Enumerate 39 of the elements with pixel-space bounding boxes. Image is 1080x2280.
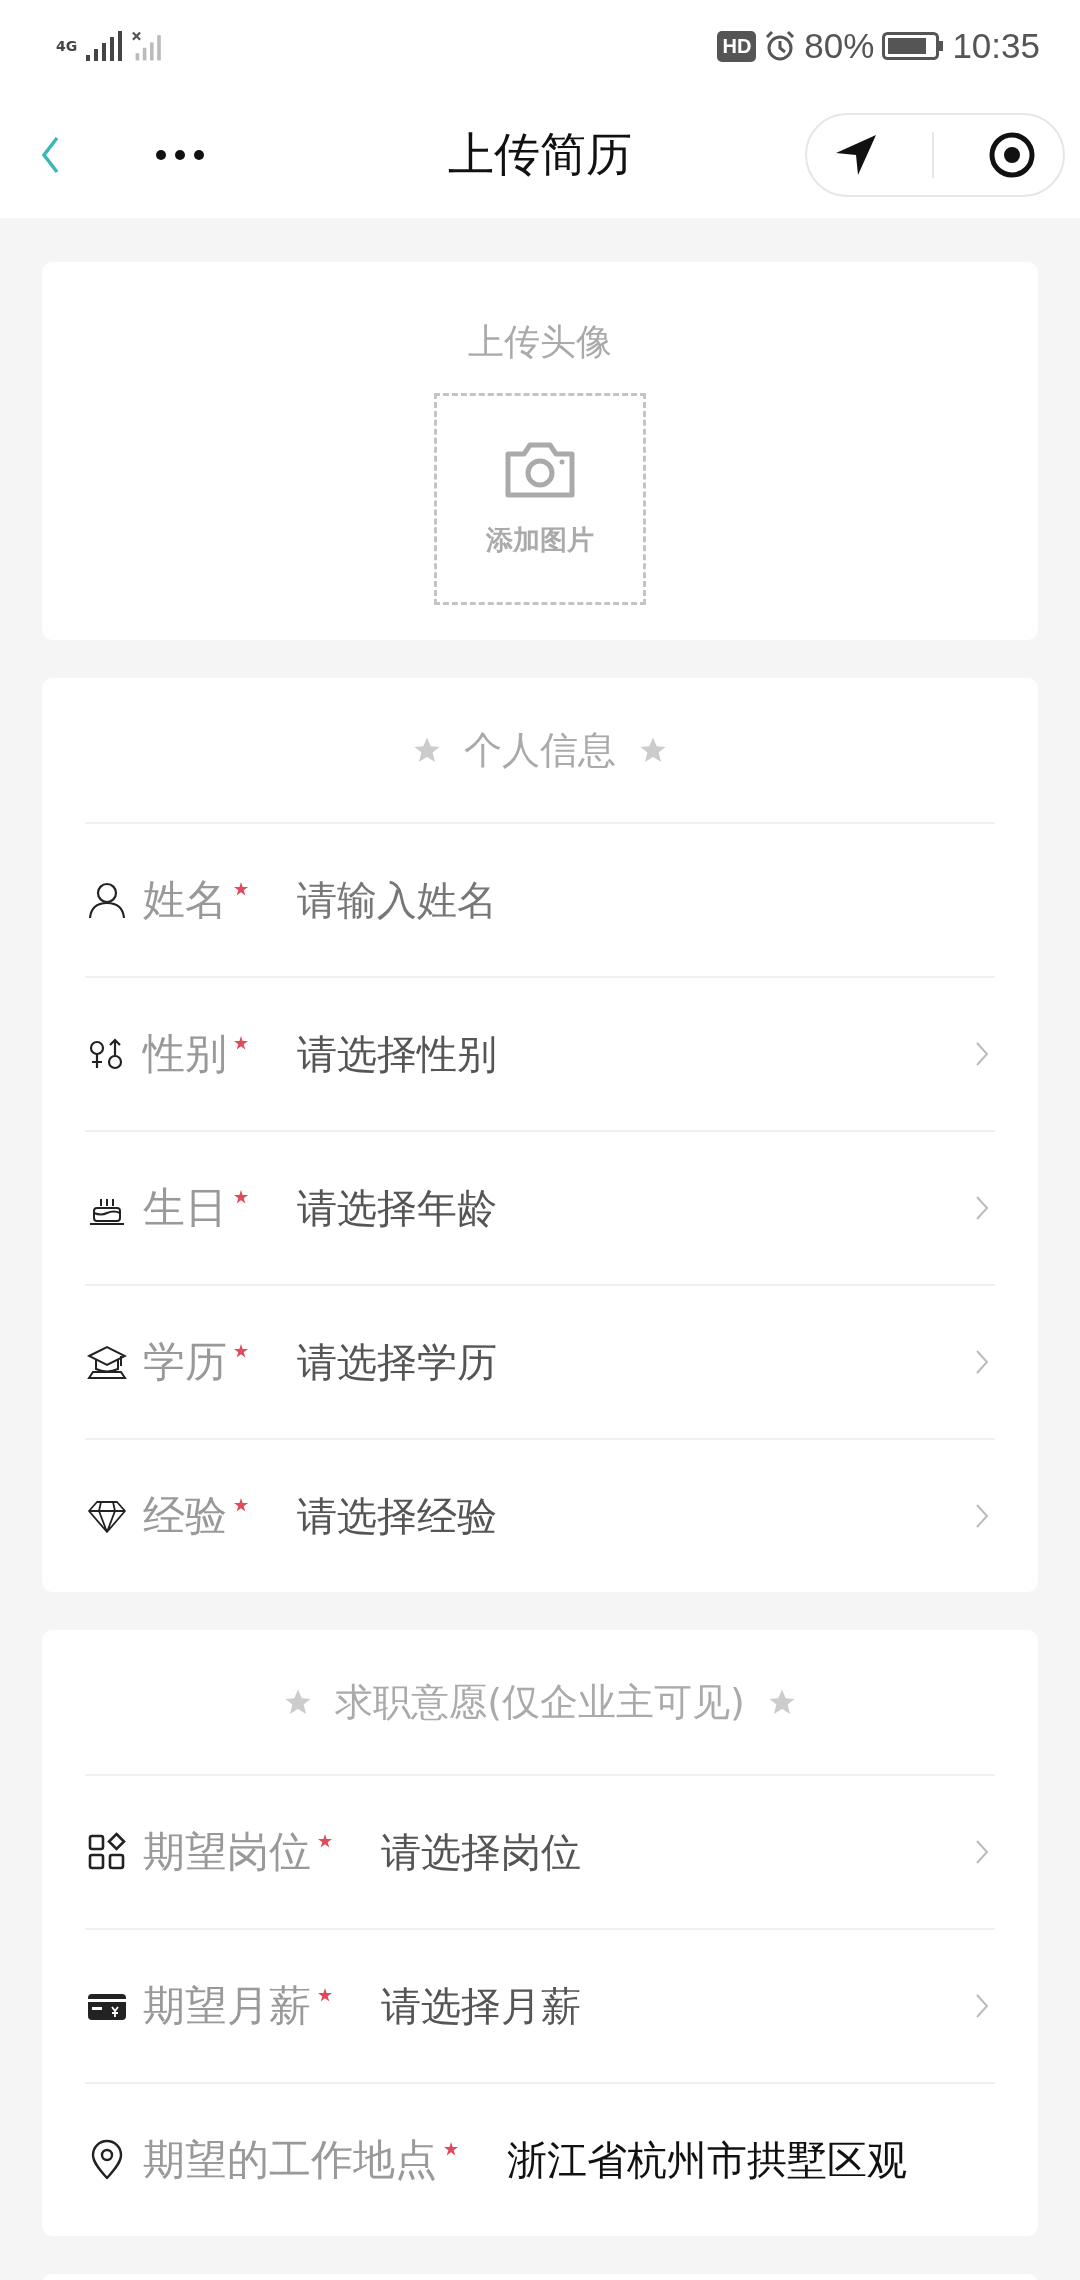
chevron-right-icon xyxy=(975,1349,989,1375)
section-title: 个人信息 xyxy=(464,726,616,774)
select-field[interactable]: 请选择月薪 xyxy=(381,1978,995,2034)
alarm-icon xyxy=(764,30,797,62)
clock-time: 10:35 xyxy=(952,26,1040,66)
field-label: 期望月薪 xyxy=(143,1980,311,2032)
chevron-right-icon xyxy=(975,1503,989,1529)
apps-icon xyxy=(87,1832,127,1872)
select-field[interactable]: 请选择年龄 xyxy=(297,1180,995,1236)
field-label: 生日 xyxy=(143,1182,227,1234)
field-label: 性别 xyxy=(143,1028,227,1080)
select-field[interactable]: 请选择性别 xyxy=(297,1026,995,1082)
field-label: 姓名 xyxy=(143,874,227,926)
select-field[interactable]: 请选择经验 xyxy=(297,1488,995,1544)
field-label: 经验 xyxy=(143,1490,227,1542)
page-title: 上传简历 xyxy=(448,126,632,183)
person-icon xyxy=(87,880,127,920)
field-label: 期望的工作地点 xyxy=(143,2134,437,2186)
battery-percent: 80% xyxy=(804,26,875,66)
select-field[interactable]: 请选择岗位 xyxy=(381,1824,995,1880)
hd-badge: HD xyxy=(717,30,757,62)
field-label: 学历 xyxy=(143,1336,227,1388)
select-field[interactable]: 请选择学历 xyxy=(297,1334,995,1390)
chevron-right-icon xyxy=(975,1839,989,1865)
signal-icon xyxy=(84,31,124,61)
card-title: 上传头像 xyxy=(468,320,612,364)
camera-icon xyxy=(504,440,576,500)
chevron-right-icon xyxy=(975,1195,989,1221)
name-input[interactable]: 请输入姓名 xyxy=(297,877,995,923)
network-type: 4G xyxy=(56,39,76,53)
section-title: 求职意愿(仅企业主可见) xyxy=(335,1678,745,1726)
field-label: 期望岗位 xyxy=(143,1826,311,1878)
battery-icon xyxy=(882,32,945,60)
more-icon[interactable] xyxy=(155,149,205,161)
chevron-right-icon xyxy=(975,1041,989,1067)
chevron-right-icon xyxy=(975,1993,989,2019)
location-value[interactable]: 浙江省杭州市拱墅区观 xyxy=(507,2132,907,2188)
record-icon[interactable] xyxy=(988,131,1036,179)
location-arrow-icon[interactable] xyxy=(834,133,878,177)
